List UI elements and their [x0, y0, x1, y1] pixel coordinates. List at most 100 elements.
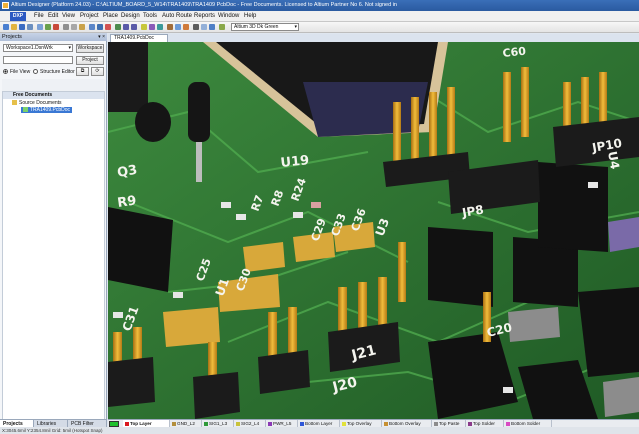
menu-edit[interactable]: Edit: [48, 13, 58, 19]
via-icon[interactable]: [175, 24, 181, 30]
file-view-label: File View: [10, 69, 31, 75]
layer-label: PWR_L5: [273, 421, 292, 426]
move-selection-icon[interactable]: [97, 24, 103, 30]
layer-label: Top Layer: [130, 421, 152, 426]
menu-tools[interactable]: Tools: [143, 13, 157, 19]
cross-probe-icon[interactable]: [115, 24, 121, 30]
pin-icon[interactable]: ▾ ×: [98, 33, 105, 41]
rule-check-icon[interactable]: [201, 24, 207, 30]
view-configuration-value: Altium 3D Dk Green: [234, 24, 279, 30]
chevron-down-icon: ▾: [294, 24, 297, 30]
zoom-area-icon[interactable]: [45, 24, 51, 30]
layer-label: Bottom Overlay: [389, 421, 421, 426]
3d-view-icon[interactable]: [193, 24, 199, 30]
layer-swatch: [506, 422, 510, 426]
tree-folder-label: Source Documents: [19, 100, 62, 106]
layer-stack-icon[interactable]: [157, 24, 163, 30]
menu-auto-route[interactable]: Auto Route: [162, 13, 192, 19]
tree-root-free-documents[interactable]: Free Documents: [3, 92, 104, 99]
deselect-icon[interactable]: [105, 24, 111, 30]
panel-options-icon[interactable]: ⧉: [76, 67, 89, 76]
layer-swatch: [172, 422, 176, 426]
projects-panel-header: Projects ▾ ×: [0, 33, 107, 41]
view-config-icon[interactable]: [219, 24, 225, 30]
zoom-selected-icon[interactable]: [53, 24, 59, 30]
workspace-button[interactable]: Workspace: [76, 44, 104, 53]
panel-refresh-icon[interactable]: ⟳: [91, 67, 104, 76]
route-icon[interactable]: [167, 24, 173, 30]
layer-label: Bottom Layer: [305, 421, 333, 426]
layer-label: Top Paste: [439, 421, 460, 426]
component-icon[interactable]: [183, 24, 189, 30]
file-view-radio[interactable]: File View: [3, 69, 30, 75]
tree-file-label: TRA1409.PcbDoc: [30, 107, 71, 113]
transistor-lead: [196, 142, 202, 182]
open-folder-icon[interactable]: [11, 24, 17, 30]
folder-icon: [12, 100, 17, 106]
tree-folder-source-documents[interactable]: Source Documents: [12, 100, 62, 106]
gray-block-1: [508, 307, 560, 342]
structure-editor-label: Structure Editor: [40, 69, 75, 75]
transistor-body: [108, 42, 148, 112]
project-button[interactable]: Project: [76, 56, 104, 65]
save-icon[interactable]: [19, 24, 25, 30]
help-icon[interactable]: [209, 24, 215, 30]
menu-reports[interactable]: Reports: [194, 13, 215, 19]
structure-editor-radio[interactable]: Structure Editor: [33, 69, 75, 75]
label-r9: R9: [116, 193, 137, 211]
transistor-cap: [188, 82, 210, 142]
ic-bottom-right: [578, 287, 639, 377]
inspector-icon[interactable]: [149, 24, 155, 30]
print-icon[interactable]: [27, 24, 33, 30]
menu-place[interactable]: Place: [103, 13, 118, 19]
layer-label: Top Overlay: [347, 421, 372, 426]
gray-block-2: [603, 377, 639, 417]
document-tab-bar: TRA1409.PcbDoc: [108, 34, 639, 42]
ic-right-2: [538, 162, 608, 252]
cut-icon[interactable]: [63, 24, 69, 30]
menu-project[interactable]: Project: [80, 13, 99, 19]
qfp-chip-top: [303, 82, 428, 137]
workspace-select[interactable]: Workspace1.DsnWrk ▾: [3, 44, 73, 52]
layer-label: SIG2_L4: [241, 421, 260, 426]
menu-design[interactable]: Design: [121, 13, 140, 19]
radio-unselected-icon: [33, 69, 38, 75]
project-tree: Free Documents Source Documents TRA1409.…: [2, 91, 105, 421]
menu-bar: DXP File Edit View Project Place Design …: [0, 11, 639, 22]
new-file-icon[interactable]: [3, 24, 9, 30]
altium-app-icon: [2, 2, 9, 9]
layer-swatch: [434, 422, 438, 426]
paste-icon[interactable]: [79, 24, 85, 30]
pcb-document-icon: [23, 107, 28, 113]
layer-swatch: [204, 422, 208, 426]
workspace-value: Workspace1.DsnWrk: [6, 45, 53, 51]
layer-swatch: [342, 422, 346, 426]
project-select[interactable]: [3, 56, 73, 64]
panel-tab-bar: Projects Libraries PCB Filter: [0, 419, 107, 428]
layer-swatch: [236, 422, 240, 426]
menu-help[interactable]: Help: [244, 13, 256, 19]
copy-icon[interactable]: [71, 24, 77, 30]
menu-file[interactable]: File: [34, 13, 44, 19]
pcb-3d-view[interactable]: Q3 U19 R9 R7 R8 R24 U3 C60 JP10 JP8 J20 …: [108, 42, 639, 419]
label-u19: U19: [280, 153, 310, 171]
chevron-down-icon: ▾: [68, 45, 71, 51]
view-configuration-select[interactable]: Altium 3D Dk Green ▾: [231, 23, 299, 31]
redo-icon[interactable]: [131, 24, 137, 30]
layer-swatch: [300, 422, 304, 426]
tab-tra1409-pcbdoc[interactable]: TRA1409.PcbDoc: [110, 34, 168, 42]
transistor-q3-body: [135, 102, 171, 142]
menu-view[interactable]: View: [62, 13, 75, 19]
dxp-menu-button[interactable]: DXP: [10, 12, 26, 21]
menu-window[interactable]: Window: [218, 13, 239, 19]
tree-file-tra1409-pcbdoc[interactable]: TRA1409.PcbDoc: [21, 107, 73, 113]
select-area-icon[interactable]: [89, 24, 95, 30]
grid-icon[interactable]: [141, 24, 147, 30]
zoom-fit-icon[interactable]: [37, 24, 43, 30]
pcb-canvas: Q3 U19 R9 R7 R8 R24 U3 C60 JP10 JP8 J20 …: [108, 42, 639, 419]
layer-label: GND_L2: [177, 421, 195, 426]
undo-icon[interactable]: [123, 24, 129, 30]
title-bar: Altium Designer (Platform 24.03) - C:\AL…: [0, 0, 639, 11]
layer-swatch: [268, 422, 272, 426]
smd-pad-5: [243, 242, 285, 272]
